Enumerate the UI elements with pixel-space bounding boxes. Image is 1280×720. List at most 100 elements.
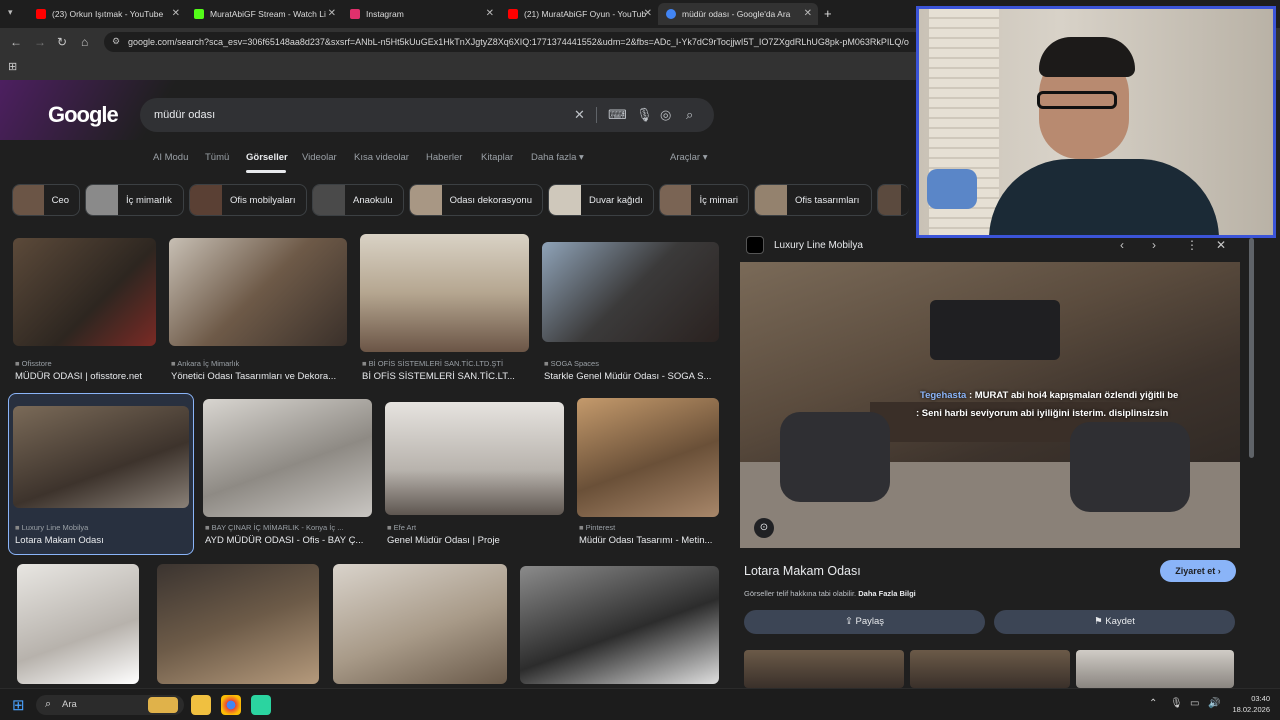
close-icon[interactable]: ✕ <box>172 8 180 19</box>
tab-instagram[interactable]: Instagram ✕ <box>342 3 500 25</box>
related-image[interactable] <box>744 650 904 688</box>
chip-ofis-tasarimlari[interactable]: Ofis tasarımları <box>754 184 872 216</box>
previous-icon[interactable]: ‹ <box>1120 238 1124 252</box>
result-thumbnail[interactable] <box>520 566 719 684</box>
chip-ceo[interactable]: Ceo <box>12 184 80 216</box>
result-card[interactable]: Luxury Line Mobilya Lotara Makam Odası <box>13 406 189 552</box>
back-icon[interactable]: ← <box>10 35 22 49</box>
site-info-icon[interactable]: ⚙ <box>112 36 120 47</box>
tray-chevron-icon[interactable]: ⌃ <box>1149 698 1157 709</box>
keyboard-icon[interactable]: ⌨ <box>608 107 627 123</box>
tab-more[interactable]: Daha fazla ▾ <box>531 152 584 163</box>
result-title[interactable]: Starkle Genel Müdür Odası - SOGA S... <box>544 371 719 382</box>
chip-anaokulu[interactable]: Anaokulu <box>312 184 404 216</box>
result-title[interactable]: Lotara Makam Odası <box>15 535 187 546</box>
close-icon[interactable]: ✕ <box>804 8 812 19</box>
result-title[interactable]: MÜDÜR ODASI | ofisstore.net <box>15 371 155 382</box>
result-source[interactable]: Bİ OFİS SİSTEMLERİ SAN.TİC.LTD.ŞTİ <box>362 359 528 368</box>
result-source[interactable]: Pinterest <box>579 523 719 532</box>
visit-button[interactable]: Ziyaret et › <box>1160 560 1236 582</box>
tools-button[interactable]: Araçlar ▾ <box>670 152 708 163</box>
result-source[interactable]: SOGA Spaces <box>544 359 719 368</box>
result-thumbnail[interactable] <box>157 564 319 684</box>
related-image[interactable] <box>1076 650 1234 688</box>
preview-source[interactable]: Luxury Line Mobilya <box>774 240 863 251</box>
tab-google-search[interactable]: müdür odası - Google'da Ara ✕ <box>658 3 818 25</box>
close-icon[interactable]: ✕ <box>328 8 336 19</box>
tab-kick-stream[interactable]: MuratAbiGF Stream - Watch Li ✕ <box>186 3 342 25</box>
app-icon[interactable] <box>251 695 271 715</box>
result-title[interactable]: Bİ OFİS SİSTEMLERİ SAN.TİC.LT... <box>362 371 528 382</box>
chip-duvar-kagidi[interactable]: Duvar kağıdı <box>548 184 654 216</box>
result-thumbnail[interactable] <box>17 564 139 684</box>
close-icon[interactable]: ✕ <box>644 8 652 19</box>
tab-ai-mode[interactable]: AI Modu <box>153 152 188 163</box>
preview-image[interactable]: ⊙ <box>740 262 1240 548</box>
result-source[interactable]: Ofisstore <box>15 359 155 368</box>
tab-youtube-orkun[interactable]: (23) Orkun Işıtmak - YouTube ✕ <box>28 3 186 25</box>
result-source[interactable]: Luxury Line Mobilya <box>15 523 187 532</box>
search-input[interactable]: müdür odası <box>154 109 215 121</box>
microphone-icon[interactable]: 🎙 <box>636 107 653 123</box>
more-info-link[interactable]: Daha Fazla Bilgi <box>858 589 916 598</box>
reload-icon[interactable]: ↻ <box>57 35 67 49</box>
tab-books[interactable]: Kitaplar <box>481 152 513 163</box>
tab-short-videos[interactable]: Kısa videolar <box>354 152 409 163</box>
preview-title[interactable]: Lotara Makam Odası <box>744 564 861 578</box>
home-icon[interactable]: ⌂ <box>81 35 88 49</box>
apps-grid-icon[interactable]: ⊞ <box>8 60 17 73</box>
share-button[interactable]: ⇪ Paylaş <box>744 610 985 634</box>
search-box[interactable]: müdür odası ✕ ⌨ 🎙 ◎ ⌕ <box>140 98 714 132</box>
microphone-icon[interactable]: 🎙 <box>1170 698 1183 709</box>
result-thumbnail[interactable] <box>385 402 564 515</box>
tab-news[interactable]: Haberler <box>426 152 462 163</box>
result-title[interactable]: AYD MÜDÜR ODASI - Ofis - BAY Ç... <box>205 535 371 546</box>
network-icon[interactable]: ▭ <box>1190 698 1199 709</box>
result-thumbnail[interactable] <box>203 399 372 517</box>
result-thumbnail[interactable] <box>577 398 719 517</box>
forward-icon[interactable]: → <box>34 35 46 49</box>
chip-odasi-dekorasyonu[interactable]: Odası dekorasyonu <box>409 184 543 216</box>
chip-partial[interactable] <box>877 184 909 216</box>
new-tab-button[interactable]: + <box>824 6 832 21</box>
file-explorer-icon[interactable] <box>191 695 211 715</box>
chip-ic-mimari[interactable]: İç mimari <box>659 184 749 216</box>
result-card[interactable]: BAY ÇINAR İÇ MİMARLIK - Konya İç ... AYD… <box>203 399 372 549</box>
system-clock[interactable]: 03:40 18.02.2026 <box>1232 693 1270 715</box>
chip-ofis-mobilyalari[interactable]: Ofis mobilyaları <box>189 184 307 216</box>
next-icon[interactable]: › <box>1152 238 1156 252</box>
related-image[interactable] <box>910 650 1070 688</box>
result-source[interactable]: Ankara İç Mimarlık <box>171 359 347 368</box>
google-logo[interactable]: Google <box>48 102 119 128</box>
lens-search-icon[interactable]: ⊙ <box>754 518 774 538</box>
result-card[interactable]: Ankara İç Mimarlık Yönetici Odası Tasarı… <box>169 238 347 384</box>
chip-ic-mimarlik[interactable]: İç mimarlık <box>85 184 184 216</box>
result-title[interactable]: Müdür Odası Tasarımı - Metin... <box>579 535 719 546</box>
result-thumbnail[interactable] <box>360 234 529 352</box>
tab-images[interactable]: Görseller <box>246 152 288 163</box>
result-source[interactable]: Efe Art <box>387 523 563 532</box>
result-thumbnail[interactable] <box>333 564 507 684</box>
search-icon[interactable]: ⌕ <box>686 107 693 123</box>
result-card[interactable]: SOGA Spaces Starkle Genel Müdür Odası - … <box>542 242 719 384</box>
url-input[interactable]: ⚙ google.com/search?sca_esv=306f65148aa8… <box>104 32 924 52</box>
windows-start-icon[interactable]: ⊞ <box>12 696 25 714</box>
lens-icon[interactable]: ◎ <box>660 107 671 123</box>
tab-all[interactable]: Tümü <box>205 152 229 163</box>
chrome-icon[interactable] <box>221 695 241 715</box>
scrollbar[interactable] <box>1249 238 1254 458</box>
result-card[interactable]: Bİ OFİS SİSTEMLERİ SAN.TİC.LTD.ŞTİ Bİ OF… <box>360 234 529 384</box>
tab-videos[interactable]: Videolar <box>302 152 337 163</box>
result-card[interactable]: Pinterest Müdür Odası Tasarımı - Metin..… <box>577 398 719 548</box>
close-icon[interactable]: ✕ <box>1216 238 1226 252</box>
result-card[interactable]: Ofisstore MÜDÜR ODASI | ofisstore.net <box>13 238 156 384</box>
result-title[interactable]: Yönetici Odası Tasarımları ve Dekora... <box>171 371 347 382</box>
result-thumbnail[interactable] <box>13 238 156 346</box>
result-card[interactable]: Efe Art Genel Müdür Odası | Proje <box>385 402 564 548</box>
result-thumbnail[interactable] <box>542 242 719 342</box>
result-source[interactable]: BAY ÇINAR İÇ MİMARLIK - Konya İç ... <box>205 523 371 532</box>
result-thumbnail[interactable] <box>169 238 347 346</box>
save-button[interactable]: ⚑ Kaydet <box>994 610 1235 634</box>
tab-search-icon[interactable]: ▾ <box>8 7 13 18</box>
result-title[interactable]: Genel Müdür Odası | Proje <box>387 535 563 546</box>
